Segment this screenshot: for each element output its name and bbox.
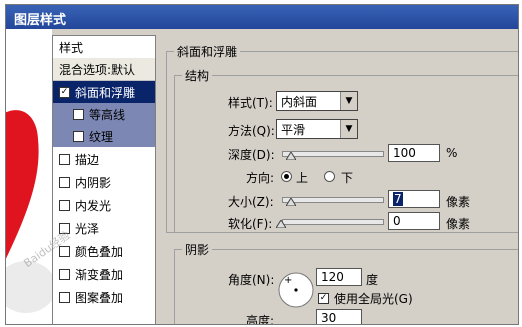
- svg-text:+: +: [284, 275, 292, 286]
- bevel-emboss-checkbox[interactable]: ✓: [59, 87, 70, 98]
- inner-glow-label: 内发光: [75, 199, 112, 213]
- chevron-down-icon[interactable]: ▼: [340, 120, 357, 138]
- soften-slider-thumb[interactable]: [276, 220, 286, 228]
- sidebar-item-bevel-emboss[interactable]: ✓ 斜面和浮雕: [53, 81, 155, 103]
- style-list-header-label: 样式: [59, 41, 84, 55]
- sidebar-item-stroke[interactable]: 描边: [53, 148, 155, 170]
- direction-up-radio[interactable]: [281, 171, 292, 182]
- soften-unit: 像素: [446, 217, 471, 231]
- stroke-checkbox[interactable]: [59, 154, 70, 165]
- contour-label: 等高线: [89, 108, 126, 122]
- gradient-overlay-label: 渐变叠加: [75, 268, 124, 282]
- direction-up-label: 上: [296, 171, 309, 185]
- inner-glow-checkbox[interactable]: [59, 200, 70, 211]
- sidebar-item-pattern-overlay[interactable]: 图案叠加: [53, 286, 155, 308]
- sidebar-item-gradient-overlay[interactable]: 渐变叠加: [53, 263, 155, 285]
- blend-options-item[interactable]: 混合选项:默认: [53, 58, 155, 81]
- gradient-overlay-checkbox[interactable]: [59, 269, 70, 280]
- bevel-emboss-label: 斜面和浮雕: [75, 86, 136, 100]
- technique-value: 平滑: [281, 123, 306, 137]
- sidebar-item-inner-shadow[interactable]: 内阴影: [53, 171, 155, 193]
- texture-checkbox[interactable]: [73, 131, 84, 142]
- depth-input[interactable]: 100: [388, 144, 440, 162]
- depth-label: 深度(D):: [228, 148, 275, 162]
- red-heart-shape: [6, 110, 52, 313]
- satin-label: 光泽: [75, 222, 100, 236]
- depth-unit: %: [446, 146, 458, 160]
- technique-select[interactable]: 平滑 ▼: [276, 119, 358, 139]
- size-label: 大小(Z):: [228, 195, 274, 209]
- pattern-overlay-label: 图案叠加: [75, 291, 124, 305]
- style-list-header[interactable]: 样式: [53, 36, 155, 59]
- contour-checkbox[interactable]: [73, 109, 84, 120]
- sidebar-item-inner-glow[interactable]: 内发光: [53, 194, 155, 216]
- size-value: 7: [393, 192, 403, 206]
- size-slider-thumb[interactable]: [286, 198, 296, 206]
- texture-label: 纹理: [89, 130, 114, 144]
- shading-title: 阴影: [182, 241, 213, 258]
- blend-options-label: 混合选项:默认: [59, 63, 136, 77]
- structure-title: 结构: [182, 67, 213, 84]
- size-slider[interactable]: [282, 197, 384, 203]
- soften-slider[interactable]: [282, 219, 384, 225]
- size-unit: 像素: [446, 195, 471, 209]
- depth-slider[interactable]: [282, 151, 384, 157]
- angle-label: 角度(N):: [228, 273, 275, 287]
- canvas-preview: [6, 29, 52, 324]
- technique-label: 方法(Q):: [228, 124, 275, 138]
- chevron-down-icon[interactable]: ▼: [340, 92, 357, 110]
- pattern-overlay-checkbox[interactable]: [59, 292, 70, 303]
- angle-unit: 度: [366, 273, 379, 287]
- angle-value: 120: [321, 270, 344, 284]
- style-label: 样式(T):: [228, 96, 273, 110]
- layer-style-dialog: 图层样式 样式 混合选项:默认 ✓ 斜面和浮雕 等高线 纹理 描边 内阴影 内发…: [5, 4, 519, 325]
- soften-value: 0: [393, 214, 401, 228]
- altitude-input[interactable]: 30: [316, 309, 362, 325]
- angle-input[interactable]: 120: [316, 268, 362, 286]
- global-light-label: 使用全局光(G): [334, 292, 413, 306]
- dialog-title: 图层样式: [14, 13, 67, 28]
- inner-shadow-label: 内阴影: [75, 176, 112, 190]
- direction-down-radio[interactable]: [324, 171, 335, 182]
- angle-dial[interactable]: +: [276, 270, 316, 310]
- depth-value: 100: [393, 146, 416, 160]
- stroke-label: 描边: [75, 153, 100, 167]
- bevel-emboss-title: 斜面和浮雕: [174, 43, 241, 60]
- depth-slider-thumb[interactable]: [286, 152, 296, 160]
- bevel-style-select[interactable]: 内斜面 ▼: [276, 91, 358, 111]
- color-overlay-label: 颜色叠加: [75, 245, 124, 259]
- direction-down-label: 下: [341, 171, 354, 185]
- sidebar-item-contour[interactable]: 等高线: [53, 103, 155, 125]
- soften-label: 软化(F):: [228, 217, 273, 231]
- soften-input[interactable]: 0: [388, 212, 440, 230]
- size-input[interactable]: 7: [388, 190, 440, 208]
- bevel-style-value: 内斜面: [281, 95, 318, 109]
- altitude-value: 30: [321, 311, 337, 325]
- altitude-label: 高度:: [246, 314, 275, 325]
- sidebar-item-texture[interactable]: 纹理: [53, 125, 155, 147]
- inner-shadow-checkbox[interactable]: [59, 177, 70, 188]
- global-light-checkbox[interactable]: ✓: [318, 293, 329, 304]
- direction-label: 方向:: [246, 171, 275, 185]
- style-list: 样式 混合选项:默认 ✓ 斜面和浮雕 等高线 纹理 描边 内阴影 内发光 光泽 …: [52, 35, 156, 324]
- title-bar: 图层样式: [6, 5, 518, 29]
